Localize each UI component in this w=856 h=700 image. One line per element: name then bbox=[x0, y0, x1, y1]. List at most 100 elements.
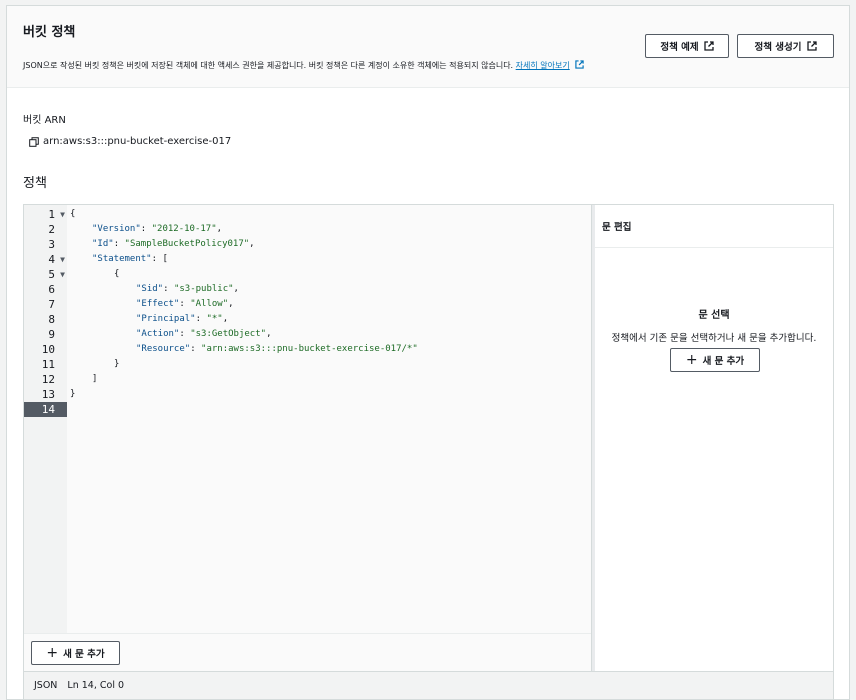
code-line: } bbox=[70, 387, 75, 402]
line-number-text: 2 bbox=[48, 223, 55, 236]
code-area[interactable]: {"Version": "2012-10-17", "Id": "SampleBu… bbox=[67, 205, 591, 633]
json-punctuation: } bbox=[114, 359, 120, 369]
json-punctuation: : bbox=[195, 314, 207, 324]
line-number: 6 bbox=[24, 282, 67, 297]
line-number: 4 ▼ bbox=[24, 252, 67, 267]
json-string: "arn:aws:s3:::pnu-bucket-exercise-017/*" bbox=[201, 344, 418, 354]
json-key: "Principal" bbox=[136, 314, 196, 324]
side-add-statement-label: 새 문 추가 bbox=[702, 356, 745, 367]
code-line: ] bbox=[92, 372, 97, 387]
json-code-editor[interactable]: 1 ▼ 2 3 4 ▼ 5 ▼ 6 7 8 9 10 11 12 13 14 {"Version": "2012… bbox=[24, 205, 591, 671]
line-number-gutter: 1 ▼ 2 3 4 ▼ 5 ▼ 6 7 8 9 10 11 12 13 14 bbox=[24, 205, 67, 633]
json-string: "s3:GetObject" bbox=[190, 329, 267, 339]
copy-icon[interactable] bbox=[29, 136, 39, 147]
line-number-text: 8 bbox=[48, 313, 55, 326]
fold-toggle-icon[interactable]: ▼ bbox=[60, 207, 65, 222]
line-number-text: 5 bbox=[48, 268, 55, 281]
edit-statement-header: 문 편집 bbox=[595, 205, 833, 248]
json-punctuation: , bbox=[222, 314, 229, 324]
json-punctuation: ] bbox=[92, 374, 98, 384]
line-number: 2 bbox=[24, 222, 67, 237]
json-key: "Version" bbox=[92, 224, 141, 234]
policy-example-button[interactable]: 정책 예제 bbox=[645, 34, 729, 58]
add-statement-button[interactable]: + 새 문 추가 bbox=[31, 641, 120, 665]
json-string: "*" bbox=[206, 314, 223, 324]
code-line: "Resource": "arn:aws:s3:::pnu-bucket-exe… bbox=[136, 342, 418, 357]
json-string: "SampleBucketPolicy017" bbox=[124, 239, 250, 249]
json-key: "Action" bbox=[136, 329, 180, 339]
line-number: 10 bbox=[24, 342, 67, 357]
json-punctuation: : bbox=[190, 344, 202, 354]
fold-toggle-icon[interactable]: ▼ bbox=[60, 252, 65, 267]
line-number: 14 bbox=[24, 402, 67, 417]
json-punctuation: , bbox=[266, 329, 272, 339]
code-line: "Statement": [ bbox=[92, 252, 168, 267]
plus-icon: + bbox=[46, 645, 59, 661]
description-text: JSON으로 작성된 버킷 정책은 버킷에 저장된 객체에 대한 액세스 권한을… bbox=[23, 61, 514, 70]
code-line: "Principal": "*", bbox=[136, 312, 228, 327]
status-language: JSON bbox=[34, 680, 58, 691]
json-punctuation: : bbox=[179, 329, 191, 339]
code-line: "Effect": "Allow", bbox=[136, 297, 234, 312]
policy-example-label: 정책 예제 bbox=[660, 42, 699, 53]
policy-description: JSON으로 작성된 버킷 정책은 버킷에 저장된 객체에 대한 액세스 권한을… bbox=[23, 60, 584, 71]
fold-toggle-icon[interactable]: ▼ bbox=[60, 267, 65, 282]
json-key: "Sid" bbox=[136, 284, 164, 294]
json-punctuation: : [ bbox=[151, 254, 168, 264]
line-number: 11 bbox=[24, 357, 67, 372]
json-punctuation: , bbox=[249, 239, 255, 249]
json-punctuation: { bbox=[70, 209, 76, 219]
side-add-statement-button[interactable]: + 새 문 추가 bbox=[670, 348, 760, 372]
json-key: "Id" bbox=[92, 239, 114, 249]
line-number-text: 10 bbox=[41, 343, 55, 356]
line-number: 8 bbox=[24, 312, 67, 327]
json-punctuation: : bbox=[179, 299, 191, 309]
editor-status-bar: JSON Ln 14, Col 0 bbox=[23, 672, 834, 700]
line-number-text: 11 bbox=[41, 358, 55, 371]
line-number-text: 13 bbox=[41, 388, 55, 401]
line-number-text: 4 bbox=[48, 253, 55, 266]
line-number-text: 9 bbox=[48, 328, 55, 341]
learn-more-link[interactable]: 자세히 알아보기 bbox=[516, 61, 570, 70]
select-statement-title: 문 선택 bbox=[698, 310, 730, 321]
code-line: "Id": "SampleBucketPolicy017", bbox=[92, 237, 255, 252]
page-title: 버킷 정책 bbox=[23, 25, 76, 40]
panel-header: 버킷 정책 JSON으로 작성된 버킷 정책은 버킷에 저장된 객체에 대한 액… bbox=[7, 6, 849, 88]
code-line: { bbox=[114, 267, 119, 282]
line-number: 1 ▼ bbox=[24, 207, 67, 222]
plus-icon: + bbox=[685, 352, 698, 368]
json-key: "Resource" bbox=[136, 344, 191, 354]
json-punctuation: , bbox=[233, 284, 239, 294]
json-punctuation: : bbox=[163, 284, 174, 294]
json-punctuation: , bbox=[228, 299, 234, 309]
code-line: "Version": "2012-10-17", bbox=[92, 222, 222, 237]
policy-label: 정책 bbox=[23, 176, 47, 191]
external-link-icon bbox=[806, 41, 817, 51]
external-link-icon bbox=[575, 60, 584, 69]
line-number: 9 bbox=[24, 327, 67, 342]
select-statement-description: 정책에서 기존 문을 선택하거나 새 문을 추가합니다. bbox=[611, 333, 817, 344]
json-punctuation: { bbox=[114, 269, 120, 279]
policy-editor-container: 1 ▼ 2 3 4 ▼ 5 ▼ 6 7 8 9 10 11 12 13 14 {"Version": "2012… bbox=[23, 204, 834, 672]
line-number-text: 1 bbox=[48, 208, 55, 221]
status-cursor-position: Ln 14, Col 0 bbox=[67, 680, 125, 691]
json-punctuation: : bbox=[140, 224, 152, 234]
line-number: 5 ▼ bbox=[24, 267, 67, 282]
code-line: { bbox=[70, 207, 75, 222]
policy-generator-button[interactable]: 정책 생성기 bbox=[737, 34, 834, 58]
edit-statement-panel: 문 편집 문 선택 정책에서 기존 문을 선택하거나 새 문을 추가합니다. +… bbox=[595, 205, 833, 671]
policy-generator-label: 정책 생성기 bbox=[754, 42, 802, 53]
code-line: "Action": "s3:GetObject", bbox=[136, 327, 271, 342]
line-number: 12 bbox=[24, 372, 67, 387]
external-link-icon bbox=[703, 41, 714, 51]
json-key: "Statement" bbox=[92, 254, 152, 264]
bucket-arn-row: arn:aws:s3:::pnu-bucket-exercise-017 bbox=[29, 136, 231, 147]
json-punctuation: : bbox=[113, 239, 125, 249]
json-punctuation: } bbox=[70, 389, 76, 399]
bucket-arn-value: arn:aws:s3:::pnu-bucket-exercise-017 bbox=[43, 136, 232, 147]
line-number-text: 12 bbox=[41, 373, 55, 386]
bucket-policy-panel: 버킷 정책 JSON으로 작성된 버킷 정책은 버킷에 저장된 객체에 대한 액… bbox=[6, 5, 850, 700]
line-number: 7 bbox=[24, 297, 67, 312]
line-number-text: 3 bbox=[48, 238, 55, 251]
line-number-text: 14 bbox=[41, 403, 55, 416]
